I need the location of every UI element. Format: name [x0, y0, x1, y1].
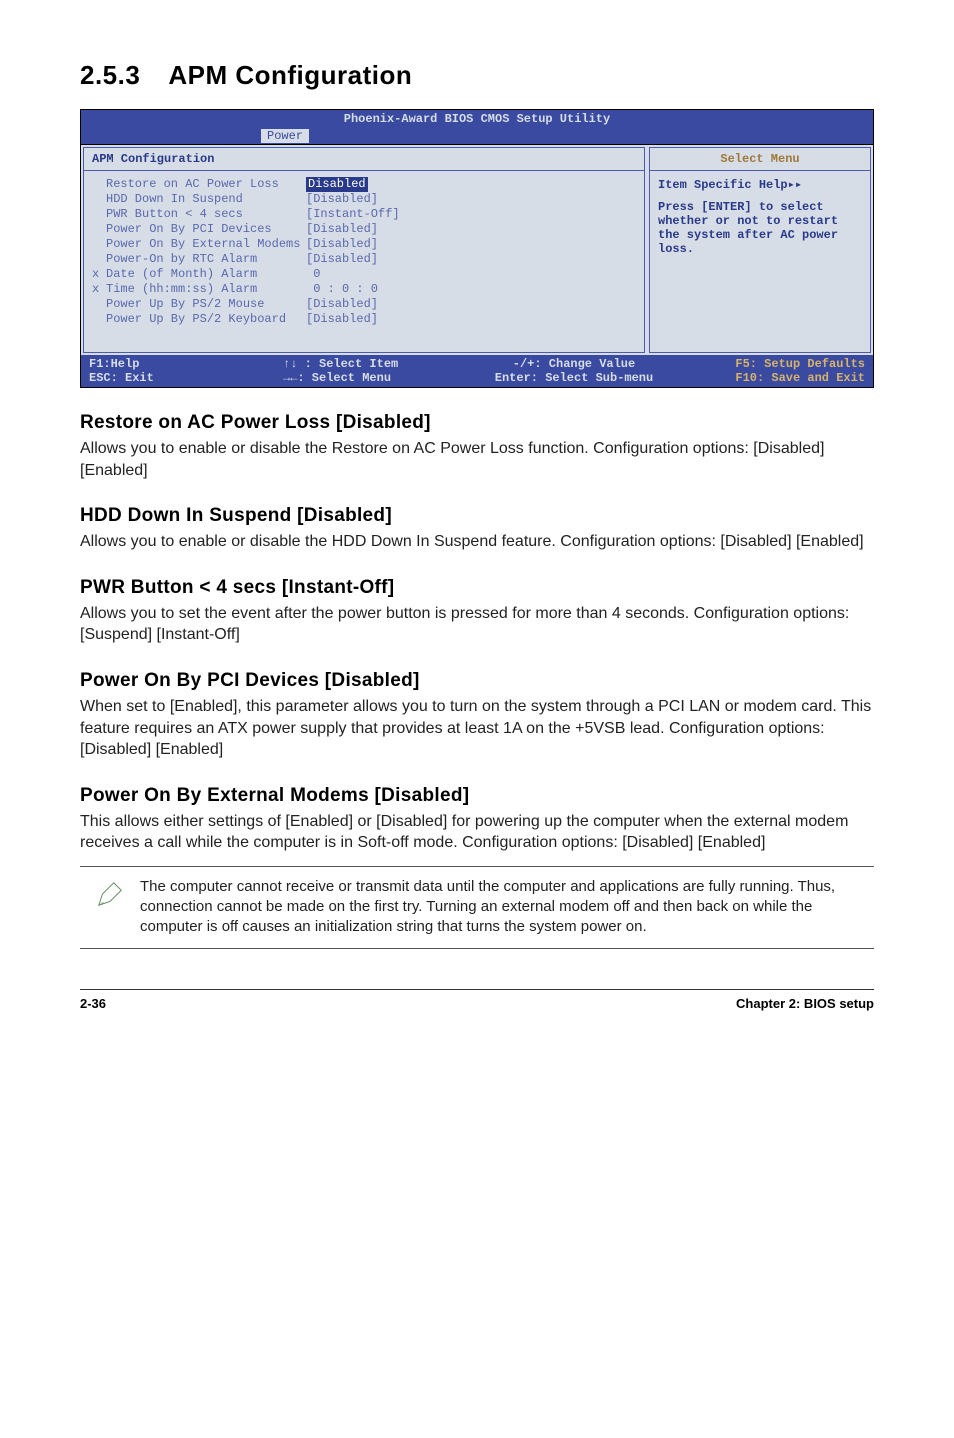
arrow-right-icon: ▸▸ — [788, 178, 802, 192]
bios-menu-bar: Power — [81, 128, 873, 144]
bios-option-row: Restore on AC Power LossDisabled — [92, 177, 636, 192]
note-text: The computer cannot receive or transmit … — [140, 877, 874, 938]
bios-option-row: xTime (hh:mm:ss) Alarm 0 : 0 : 0 — [92, 282, 636, 297]
paragraph: Allows you to enable or disable the Rest… — [80, 438, 874, 481]
bios-right-title: Select Menu — [650, 148, 870, 171]
page-number: 2-36 — [80, 996, 106, 1011]
paragraph: This allows either settings of [Enabled]… — [80, 811, 874, 854]
section-heading: 2.5.3 APM Configuration — [80, 60, 874, 91]
help-body: Press [ENTER] to select whether or not t… — [658, 200, 862, 256]
section-number: 2.5.3 — [80, 60, 140, 90]
bios-option-row: Power On By PCI Devices[Disabled] — [92, 222, 636, 237]
page-footer: 2-36 Chapter 2: BIOS setup — [80, 989, 874, 1011]
bios-option-row: Power Up By PS/2 Keyboard[Disabled] — [92, 312, 636, 327]
paragraph: Allows you to set the event after the po… — [80, 603, 874, 646]
bios-window: Phoenix-Award BIOS CMOS Setup Utility Po… — [80, 109, 874, 388]
bios-menu-active: Power — [261, 129, 309, 143]
bios-right-pane: Select Menu Item Specific Help▸▸ Press [… — [649, 147, 871, 353]
subheading-pwrbtn: PWR Button < 4 secs [Instant-Off] — [80, 577, 874, 599]
bios-title: Phoenix-Award BIOS CMOS Setup Utility — [81, 110, 873, 128]
note-box: The computer cannot receive or transmit … — [80, 866, 874, 949]
subheading-pci: Power On By PCI Devices [Disabled] — [80, 670, 874, 692]
bios-option-row: PWR Button < 4 secs[Instant-Off] — [92, 207, 636, 222]
chapter-label: Chapter 2: BIOS setup — [736, 996, 874, 1011]
bios-option-row: Power Up By PS/2 Mouse[Disabled] — [92, 297, 636, 312]
paragraph: Allows you to enable or disable the HDD … — [80, 531, 874, 553]
pencil-icon — [80, 877, 140, 938]
bios-option-row: xDate (of Month) Alarm 0 — [92, 267, 636, 282]
bios-legend: F1:HelpESC: Exit ↑↓ : Select Item→←: Sel… — [81, 355, 873, 387]
bios-left-pane: APM Configuration Restore on AC Power Lo… — [83, 147, 645, 353]
subheading-modems: Power On By External Modems [Disabled] — [80, 785, 874, 807]
subheading-hdd: HDD Down In Suspend [Disabled] — [80, 505, 874, 527]
bios-option-row: Power-On by RTC Alarm[Disabled] — [92, 252, 636, 267]
bios-left-title: APM Configuration — [84, 148, 644, 171]
subheading-restore: Restore on AC Power Loss [Disabled] — [80, 412, 874, 434]
paragraph: When set to [Enabled], this parameter al… — [80, 696, 874, 761]
help-title: Item Specific Help▸▸ — [658, 177, 862, 192]
section-title: APM Configuration — [168, 60, 412, 90]
bios-option-row: Power On By External Modems[Disabled] — [92, 237, 636, 252]
bios-option-row: HDD Down In Suspend[Disabled] — [92, 192, 636, 207]
